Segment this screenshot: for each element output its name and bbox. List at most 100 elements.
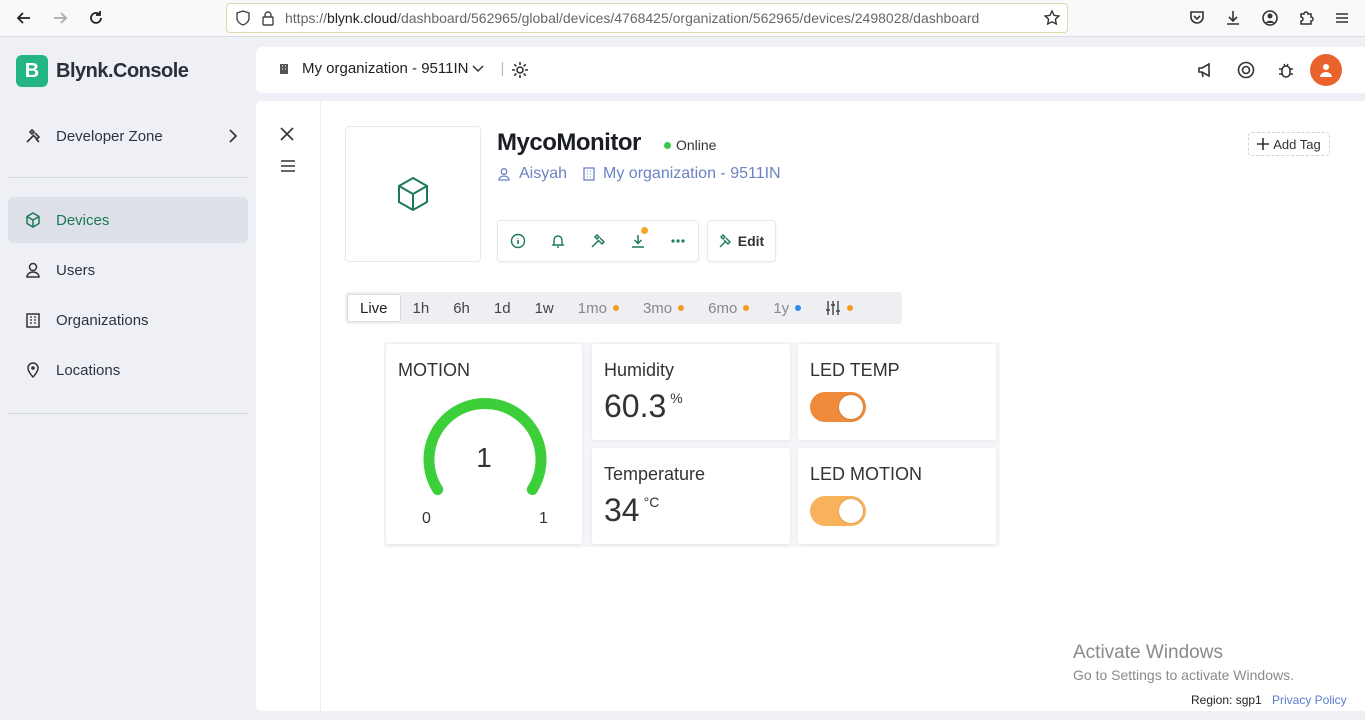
widget-value: 34 °C [604,492,659,529]
close-icon[interactable] [280,127,294,141]
edit-button[interactable]: Edit [707,220,776,262]
range-1h[interactable]: 1h [401,294,442,322]
range-label: 1w [534,299,554,317]
logo-text[interactable]: Blynk.Console [56,60,189,83]
windows-activation-watermark: Activate Windows Go to Settings to activ… [1073,642,1294,683]
back-icon[interactable] [12,6,36,30]
top-header: My organization - 9511IN | [256,47,1365,93]
edit-dashboard-icon [719,234,733,248]
led-motion-switch[interactable] [810,496,866,526]
widget-title: Temperature [604,464,706,484]
widget-humidity[interactable]: Humidity 60.3% [592,344,790,440]
sidebar: B Blynk.Console Developer Zone Devices U… [0,37,256,720]
help-lifebuoy-icon[interactable] [1236,60,1256,80]
widget-led-motion[interactable]: LED MOTION [798,448,996,544]
sliders-icon [825,300,841,316]
bell-icon [550,233,566,249]
edit-label: Edit [737,233,765,249]
more-button[interactable] [658,221,698,261]
range-3mo[interactable]: 3mo [631,294,696,322]
widget-led-temp[interactable]: LED TEMP [798,344,996,440]
info-icon [510,233,526,249]
notifications-button[interactable] [538,221,578,261]
range-label: 6mo [708,299,738,317]
range-1d[interactable]: 1d [482,294,523,322]
range-6h[interactable]: 6h [441,294,482,322]
range-dot [847,305,854,311]
switch-knob [839,499,863,523]
url-prefix: https:// [285,10,328,26]
online-dot-icon [664,141,671,149]
range-dot [795,305,802,311]
dashboard-widgets: MOTION 1 0 1 Humidity 60.3% LED TEMP Tem… [384,342,1000,547]
avatar[interactable] [1310,54,1342,86]
range-1w[interactable]: 1w [523,294,566,322]
logo-letter: B [24,59,40,82]
temperature-value: 34 [604,492,640,528]
range-6mo[interactable]: 6mo [696,294,761,322]
download-icon[interactable] [1222,7,1244,29]
organization-link[interactable]: My organization - 9511IN [603,165,781,183]
status-text: Online [676,137,717,153]
gauge-min: 0 [422,510,431,527]
sidebar-item-devices[interactable]: Devices [8,197,248,243]
user-icon [24,261,42,279]
range-live[interactable]: Live [347,294,401,322]
widget-title: Humidity [604,360,675,380]
range-label: 1y [773,299,790,317]
watermark-line2: Go to Settings to activate Windows. [1073,667,1294,683]
more-dots-icon [670,238,686,244]
account-icon[interactable] [1259,7,1281,29]
owner-link[interactable]: Aisyah [519,165,567,183]
pin-icon [24,361,42,379]
privacy-policy-link[interactable]: Privacy Policy [1272,693,1347,707]
humidity-value: 60.3 [604,388,667,424]
switch-knob [839,395,863,419]
shield-icon [235,10,251,26]
sidebar-divider [8,177,248,178]
status-badge: Online [664,137,716,153]
device-actions [497,220,699,262]
sidebar-item-locations[interactable]: Locations [8,347,248,393]
organization-selector[interactable]: My organization - 9511IN | [278,60,504,77]
reload-icon[interactable] [84,6,108,30]
time-range-selector: Live 1h 6h 1d 1w 1mo 3mo 6mo 1y [345,292,902,324]
extensions-icon[interactable] [1295,7,1317,29]
widget-temperature[interactable]: Temperature 34 °C [592,448,790,544]
ota-download-button[interactable] [618,221,658,261]
range-1y[interactable]: 1y [761,294,813,322]
humidity-unit: % [670,390,683,406]
sidebar-item-label: Users [56,261,96,279]
star-icon[interactable] [1043,9,1061,27]
organization-name: My organization - 9511IN [302,60,469,77]
device-image[interactable] [345,126,481,262]
pocket-icon[interactable] [1186,7,1208,29]
plus-icon [1257,138,1270,150]
gear-icon[interactable] [510,60,530,80]
sidebar-item-developer-zone[interactable]: Developer Zone [8,113,248,159]
sidebar-item-label: Organizations [56,311,149,329]
widget-value: 60.3% [604,388,683,425]
sidebar-item-label: Developer Zone [56,127,163,145]
widget-motion-gauge[interactable]: MOTION 1 0 1 [386,344,582,544]
hamburger-icon[interactable] [280,159,296,173]
address-bar[interactable]: https://blynk.cloud/dashboard/562965/glo… [226,3,1068,33]
info-button[interactable] [498,221,538,261]
chevron-down-icon [472,64,485,73]
range-custom[interactable] [813,294,865,322]
add-tag-label: Add Tag [1273,136,1321,152]
developer-tools-button[interactable] [578,221,618,261]
menu-icon[interactable] [1331,7,1353,29]
sidebar-item-users[interactable]: Users [8,247,248,293]
led-temp-switch[interactable] [810,392,866,422]
megaphone-icon[interactable] [1196,60,1216,80]
range-dot [743,305,750,311]
range-1mo[interactable]: 1mo [566,294,631,322]
forward-icon[interactable] [48,6,72,30]
add-tag-button[interactable]: Add Tag [1248,132,1330,156]
widget-title: LED MOTION [810,464,923,484]
bug-icon[interactable] [1276,60,1296,80]
sidebar-item-organizations[interactable]: Organizations [8,297,248,343]
logo-icon[interactable]: B [16,55,48,87]
url-path: /dashboard/562965/global/devices/4768425… [397,10,980,26]
